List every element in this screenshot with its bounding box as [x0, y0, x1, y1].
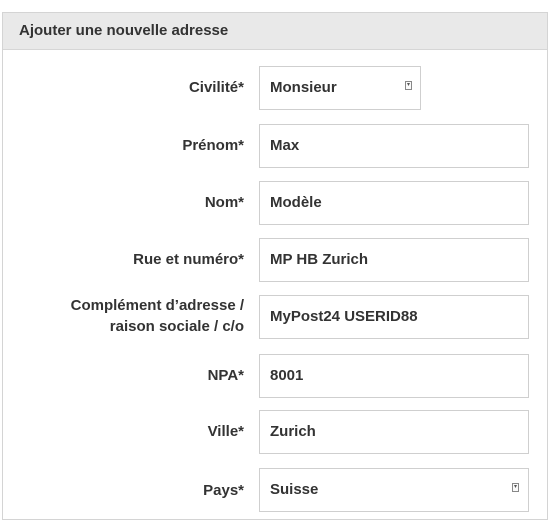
- salutation-label: Civilité*: [188, 79, 244, 96]
- address-complement-value: MyPost24 USERID88: [270, 308, 418, 325]
- salutation-value: Monsieur: [270, 79, 337, 96]
- country-select[interactable]: Suisse ▾: [259, 468, 529, 512]
- country-label: Pays*: [203, 482, 244, 499]
- last-name-field[interactable]: Modèle: [259, 181, 529, 225]
- first-name-label: Prénom*: [182, 137, 244, 154]
- first-name-value: Max: [270, 137, 300, 154]
- city-value: Zurich: [270, 423, 316, 440]
- select-dropdown-icon: ▾: [405, 81, 412, 90]
- address-complement-label-line2: raison sociale / c/o: [109, 318, 244, 335]
- street-field[interactable]: MP HB Zurich: [259, 238, 529, 282]
- last-name-value: Modèle: [270, 194, 322, 211]
- last-name-label: Nom*: [204, 194, 244, 211]
- street-label: Rue et numéro*: [133, 251, 244, 268]
- form-header: Ajouter une nouvelle adresse: [3, 13, 547, 50]
- postal-code-field[interactable]: 8001: [259, 354, 529, 398]
- postal-code-label: NPA*: [207, 367, 244, 384]
- city-field[interactable]: Zurich: [259, 410, 529, 454]
- salutation-select[interactable]: Monsieur ▾: [259, 66, 421, 110]
- form-title: Ajouter une nouvelle adresse: [19, 22, 229, 39]
- country-value: Suisse: [270, 481, 319, 498]
- add-address-form: Ajouter une nouvelle adresse Civilité* M…: [2, 12, 548, 520]
- address-complement-label-line1: Complément d’adresse /: [70, 297, 244, 314]
- city-label: Ville*: [207, 423, 244, 440]
- first-name-field[interactable]: Max: [259, 124, 529, 168]
- street-value: MP HB Zurich: [270, 251, 369, 268]
- address-complement-field[interactable]: MyPost24 USERID88: [259, 295, 529, 339]
- select-dropdown-icon: ▾: [512, 483, 519, 492]
- postal-code-value: 8001: [270, 367, 304, 384]
